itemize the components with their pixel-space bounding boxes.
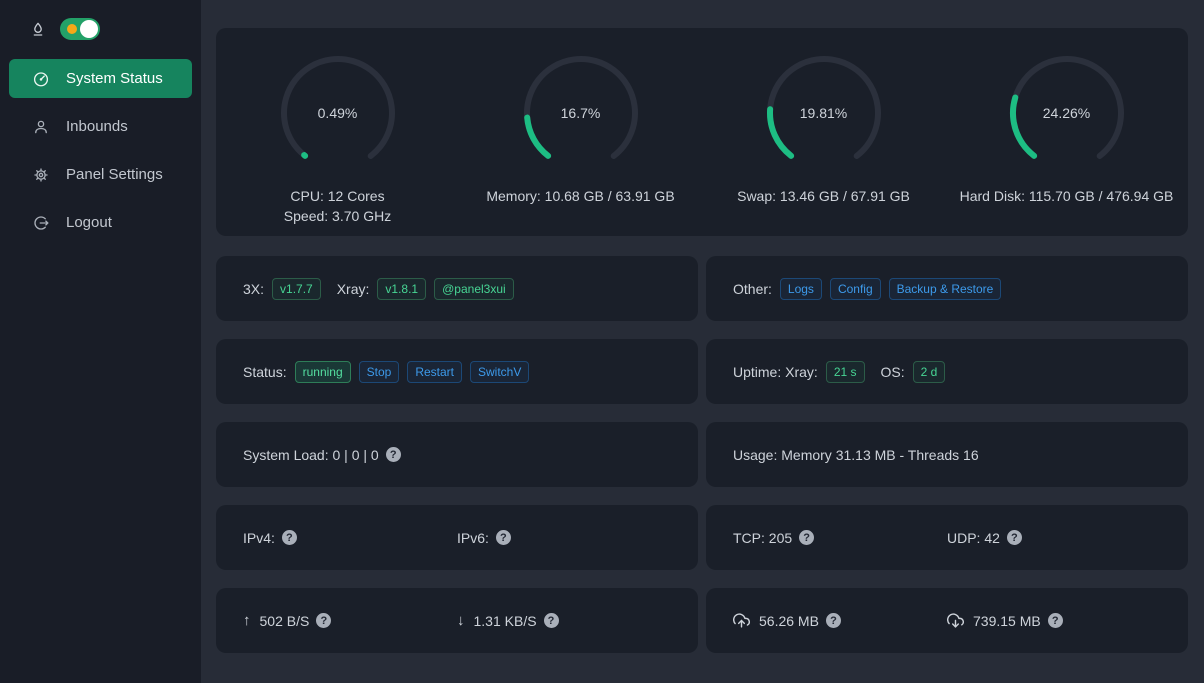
sidebar-item-label: Panel Settings <box>66 166 163 183</box>
disk-gauge: 24.26% Hard Disk: 115.70 GB / 476.94 GB <box>945 53 1188 236</box>
gauge-icon <box>32 70 50 88</box>
ipv4-label: IPv4: <box>243 530 275 546</box>
memory-percent: 16.7% <box>521 53 641 173</box>
ipv6-label: IPv6: <box>457 530 489 546</box>
other-label: Other: <box>733 281 772 297</box>
user-icon <box>32 118 50 136</box>
system-load-question-icon[interactable]: ? <box>386 447 401 462</box>
usage-card: Usage: Memory 31.13 MB - Threads 16 <box>706 422 1188 487</box>
status-label: Status: <box>243 364 287 380</box>
traffic-card: 56.26 MB ? 739.15 MB ? <box>706 588 1188 653</box>
tcp-count: TCP: 205 <box>733 530 792 546</box>
os-label: OS: <box>881 364 905 380</box>
xray-uptime-tag: 21 s <box>826 361 865 383</box>
switch-version-button[interactable]: SwitchV <box>470 361 529 383</box>
upload-arrow-icon: ↑ <box>243 612 251 629</box>
disk-label: Hard Disk: 115.70 GB / 476.94 GB <box>960 186 1174 206</box>
main-content: 0.49% CPU: 12 Cores Speed: 3.70 GHz 16.7… <box>201 0 1204 683</box>
udp-question-icon[interactable]: ? <box>1007 530 1022 545</box>
cpu-gauge: 0.49% CPU: 12 Cores Speed: 3.70 GHz <box>216 53 459 236</box>
total-download-question-icon[interactable]: ? <box>1048 613 1063 628</box>
cpu-label: CPU: 12 Cores <box>284 186 391 206</box>
logout-icon <box>32 214 50 232</box>
connections-card: TCP: 205 ? UDP: 42 ? <box>706 505 1188 570</box>
sidebar-item-panel-settings[interactable]: Panel Settings <box>9 155 192 194</box>
other-card: Other: Logs Config Backup & Restore <box>706 256 1188 321</box>
download-speed: 1.31 KB/S <box>474 613 537 629</box>
ip-card: IPv4: ? IPv6: ? <box>216 505 698 570</box>
3x-version-tag: v1.7.7 <box>272 278 321 300</box>
uptime-card: Uptime: Xray: 21 s OS: 2 d <box>706 339 1188 404</box>
speed-card: ↑ 502 B/S ? ↓ 1.31 KB/S ? <box>216 588 698 653</box>
restart-button[interactable]: Restart <box>407 361 462 383</box>
sidebar-item-logout[interactable]: Logout <box>9 203 192 242</box>
resource-gauges-card: 0.49% CPU: 12 Cores Speed: 3.70 GHz 16.7… <box>216 28 1188 236</box>
stop-button[interactable]: Stop <box>359 361 400 383</box>
telegram-tag[interactable]: @panel3xui <box>434 278 514 300</box>
upload-speed: 502 B/S <box>260 613 310 629</box>
os-uptime-tag: 2 d <box>913 361 946 383</box>
system-load-card: System Load: 0 | 0 | 0 ? <box>216 422 698 487</box>
xray-label: Xray: <box>337 281 370 297</box>
toggle-knob <box>80 20 98 38</box>
backup-restore-button[interactable]: Backup & Restore <box>889 278 1002 300</box>
ipv6-question-icon[interactable]: ? <box>496 530 511 545</box>
status-card: Status: running Stop Restart SwitchV <box>216 339 698 404</box>
config-button[interactable]: Config <box>830 278 881 300</box>
logs-button[interactable]: Logs <box>780 278 822 300</box>
total-upload-question-icon[interactable]: ? <box>826 613 841 628</box>
xray-version-tag: v1.8.1 <box>377 278 426 300</box>
swap-gauge: 19.81% Swap: 13.46 GB / 67.91 GB <box>702 53 945 236</box>
system-load-text: System Load: 0 | 0 | 0 <box>243 447 379 463</box>
versions-card: 3X: v1.7.7 Xray: v1.8.1 @panel3xui <box>216 256 698 321</box>
total-download: 739.15 MB <box>973 613 1041 629</box>
sidebar-item-label: Inbounds <box>66 118 128 135</box>
sidebar-item-label: System Status <box>66 70 163 87</box>
tcp-question-icon[interactable]: ? <box>799 530 814 545</box>
sidebar-item-label: Logout <box>66 214 112 231</box>
theme-row <box>0 12 201 46</box>
usage-text: Usage: Memory 31.13 MB - Threads 16 <box>733 447 979 463</box>
cloud-download-icon <box>947 612 964 629</box>
3x-label: 3X: <box>243 281 264 297</box>
gear-icon <box>32 166 50 184</box>
sidebar-item-inbounds[interactable]: Inbounds <box>9 107 192 146</box>
sidebar: System Status Inbounds <box>0 0 201 683</box>
swap-label: Swap: 13.46 GB / 67.91 GB <box>737 186 910 206</box>
memory-label: Memory: 10.68 GB / 63.91 GB <box>486 186 674 206</box>
ipv4-question-icon[interactable]: ? <box>282 530 297 545</box>
memory-gauge: 16.7% Memory: 10.68 GB / 63.91 GB <box>459 53 702 236</box>
upload-speed-question-icon[interactable]: ? <box>316 613 331 628</box>
download-arrow-icon: ↓ <box>457 612 465 629</box>
dark-mode-toggle[interactable] <box>60 18 100 40</box>
sidebar-item-system-status[interactable]: System Status <box>9 59 192 98</box>
download-speed-question-icon[interactable]: ? <box>544 613 559 628</box>
udp-count: UDP: 42 <box>947 530 1000 546</box>
swap-percent: 19.81% <box>764 53 884 173</box>
sun-icon <box>67 24 77 34</box>
cpu-speed-label: Speed: 3.70 GHz <box>284 206 391 226</box>
running-badge: running <box>295 361 351 383</box>
uptime-xray-label: Uptime: Xray: <box>733 364 818 380</box>
disk-percent: 24.26% <box>1007 53 1127 173</box>
theme-fill-icon <box>30 21 46 37</box>
total-upload: 56.26 MB <box>759 613 819 629</box>
cpu-percent: 0.49% <box>278 53 398 173</box>
sidebar-menu: System Status Inbounds <box>0 59 201 242</box>
cloud-upload-icon <box>733 612 750 629</box>
